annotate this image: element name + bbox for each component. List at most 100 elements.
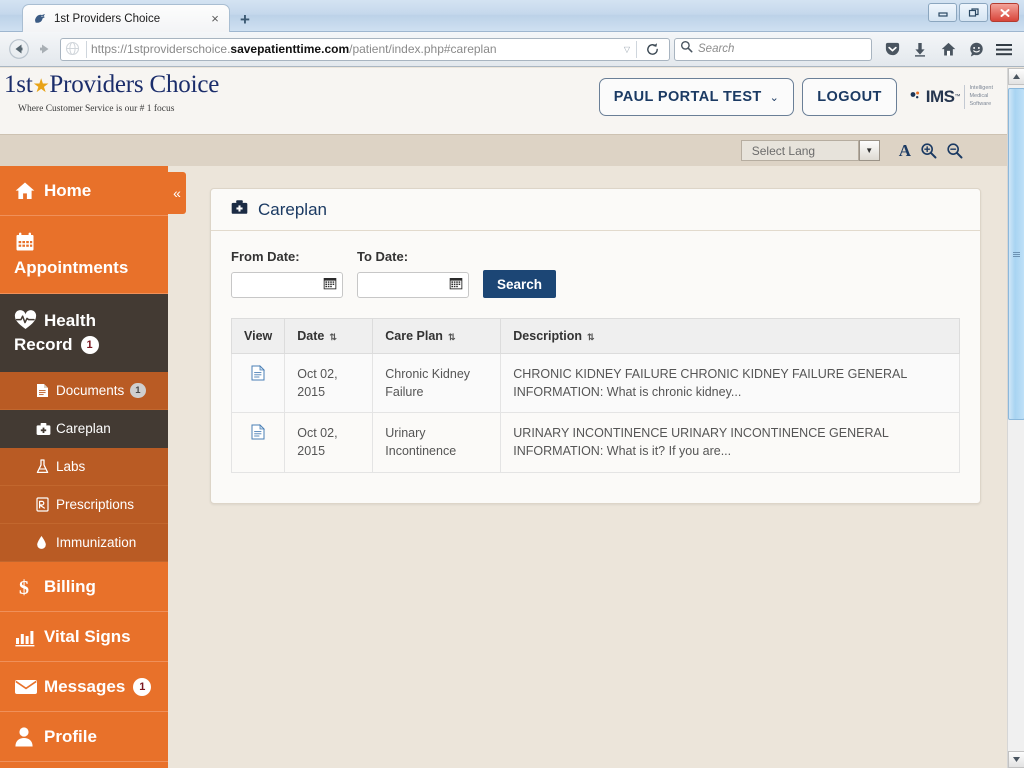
- table-header-row: View Date ⇅ Care Plan ⇅ Description ⇅: [230, 318, 960, 354]
- font-normal-button[interactable]: A: [899, 141, 911, 161]
- main-content: Careplan From Date: To Date: Search View…: [168, 166, 1007, 768]
- cell-date: Oct 02, 2015: [284, 412, 374, 473]
- sidebar-item-immunization[interactable]: Immunization: [0, 524, 168, 562]
- tab-title: 1st Providers Choice: [54, 12, 161, 25]
- language-bar: Select Lang ▼ A: [0, 134, 1007, 166]
- scrollbar-thumb[interactable]: [1008, 88, 1024, 420]
- from-date-input[interactable]: [231, 272, 343, 298]
- sidebar-label-careplan: Careplan: [56, 421, 111, 436]
- sidebar-item-appointments[interactable]: Appointments: [0, 216, 168, 294]
- search-button[interactable]: Search: [483, 270, 557, 298]
- zoom-in-icon[interactable]: [920, 142, 937, 159]
- cell-view: [230, 352, 286, 414]
- sidebar-label-labs: Labs: [56, 459, 86, 474]
- sidebar-label-profile: Profile: [44, 726, 97, 746]
- table-row: Oct 02, 2015 Urinary Incontinence URINAR…: [230, 412, 960, 473]
- logo-pre: 1st: [4, 71, 33, 98]
- column-label-description: Description: [513, 329, 583, 343]
- health-record-badge: 1: [80, 335, 99, 354]
- calendar-icon[interactable]: [323, 276, 337, 295]
- address-bar[interactable]: https://1stproviderschoice.savepatientti…: [60, 36, 670, 62]
- browser-search-bar[interactable]: Search: [674, 37, 872, 61]
- reload-icon[interactable]: [639, 36, 665, 62]
- scroll-down-button[interactable]: [1008, 751, 1024, 768]
- browser-tab[interactable]: 1st Providers Choice ×: [22, 4, 230, 32]
- sidebar-item-home[interactable]: Home: [0, 166, 168, 216]
- user-menu-button[interactable]: PAUL PORTAL TEST ⌄: [598, 78, 795, 116]
- close-button[interactable]: [990, 3, 1019, 22]
- sidebar-label-home: Home: [44, 180, 92, 200]
- home-icon[interactable]: [934, 36, 962, 62]
- calendar-icon[interactable]: [449, 276, 463, 295]
- scroll-up-button[interactable]: [1008, 68, 1024, 85]
- url-suffix: /patient/index.php#careplan: [349, 42, 497, 56]
- svg-text:$: $: [19, 577, 29, 598]
- careplan-panel: Careplan From Date: To Date: Search View…: [210, 188, 981, 504]
- user-menu-label: PAUL PORTAL TEST: [613, 89, 762, 105]
- forward-arrow-icon: [32, 36, 58, 62]
- tab-close-icon[interactable]: ×: [207, 11, 223, 27]
- document-view-icon[interactable]: [251, 424, 266, 440]
- calendar-icon: [14, 231, 44, 253]
- cell-date: Oct 02, 2015: [284, 352, 374, 414]
- chevron-down-icon[interactable]: ▼: [858, 140, 880, 161]
- column-header-description[interactable]: Description ⇅: [500, 318, 960, 354]
- sidebar-label-billing: Billing: [44, 576, 96, 596]
- menu-icon[interactable]: [990, 36, 1018, 62]
- sidebar-item-profile[interactable]: Profile: [0, 712, 168, 762]
- minimize-button[interactable]: [928, 3, 957, 22]
- sidebar-collapse-button[interactable]: «: [168, 172, 186, 214]
- sidebar-item-health-record[interactable]: Health Record 1: [0, 294, 168, 372]
- panel-header: Careplan: [211, 189, 980, 231]
- address-separator: [86, 40, 87, 58]
- page-body: Home Appointments Health Record 1 Docume…: [0, 166, 1007, 768]
- sidebar-item-vital-signs[interactable]: Vital Signs: [0, 612, 168, 662]
- column-header-care-plan[interactable]: Care Plan ⇅: [372, 318, 502, 354]
- documents-badge: 1: [130, 383, 146, 398]
- logout-button[interactable]: LOGOUT: [802, 78, 897, 116]
- page-scrollbar-vertical[interactable]: [1007, 68, 1024, 768]
- sidebar-label-prescriptions: Prescriptions: [56, 497, 135, 512]
- column-label-view: View: [244, 329, 273, 343]
- sidebar-label-appointments: Appointments: [14, 257, 129, 277]
- chat-icon[interactable]: [962, 36, 990, 62]
- sidebar-label-health: Health: [44, 310, 96, 330]
- font-normal-label: A: [898, 140, 911, 160]
- sidebar-item-messages[interactable]: Messages 1: [0, 662, 168, 712]
- home-icon: [14, 180, 44, 202]
- chevron-down-icon[interactable]: ▽: [620, 45, 634, 54]
- search-placeholder: Search: [698, 43, 735, 55]
- briefcase-medical-icon: [231, 199, 248, 220]
- sidebar-item-careplan[interactable]: Careplan: [0, 410, 168, 448]
- sidebar-label-documents: Documents: [56, 383, 125, 398]
- new-tab-button[interactable]: +: [232, 8, 258, 30]
- cell-care-plan: Urinary Incontinence: [372, 412, 502, 473]
- url-domain: savepatienttime.com: [230, 42, 350, 56]
- sidebar-item-documents[interactable]: Documents 1: [0, 372, 168, 410]
- window-controls: [928, 3, 1019, 22]
- restore-button[interactable]: [959, 3, 988, 22]
- to-date-input[interactable]: [357, 272, 469, 298]
- pocket-icon[interactable]: [878, 36, 906, 62]
- ims-sub-line3: Software: [969, 100, 992, 107]
- column-label-care-plan: Care Plan: [385, 329, 443, 343]
- back-arrow-icon[interactable]: [6, 36, 32, 62]
- messages-badge: 1: [133, 677, 152, 696]
- downloads-icon[interactable]: [906, 36, 934, 62]
- sidebar-item-prescriptions[interactable]: Prescriptions: [0, 486, 168, 524]
- ims-sub-line1: Intelligent: [969, 85, 993, 92]
- logo-tagline: Where Customer Service is our # 1 focus: [18, 104, 175, 114]
- sort-icon-date: ⇅: [329, 332, 336, 342]
- chevron-down-icon: ⌄: [769, 91, 780, 104]
- sort-icon-care-plan: ⇅: [447, 332, 455, 342]
- document-view-icon[interactable]: [251, 365, 266, 381]
- user-icon: [14, 726, 44, 747]
- column-header-date[interactable]: Date ⇅: [284, 318, 374, 354]
- zoom-out-icon[interactable]: [946, 142, 963, 159]
- sidebar-item-billing[interactable]: $ Billing: [0, 562, 168, 612]
- site-logo[interactable]: 1st★Providers Choice Where Customer Serv…: [4, 72, 219, 114]
- language-select[interactable]: Select Lang ▼: [740, 140, 880, 161]
- sidebar-label-immunization: Immunization: [56, 535, 137, 550]
- sidebar-item-labs[interactable]: Labs: [0, 448, 168, 486]
- bird-favicon: [33, 12, 47, 26]
